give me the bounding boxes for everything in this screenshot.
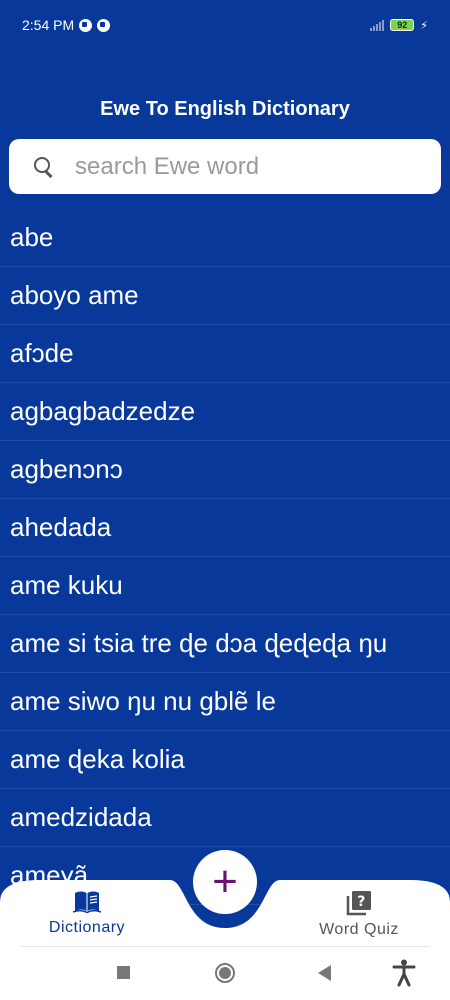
accessibility-icon[interactable] [392,959,416,987]
search-input[interactable] [75,152,395,181]
charging-icon: ⚡ [420,19,428,32]
tab-dictionary-label: Dictionary [48,919,126,936]
list-item[interactable]: abe [0,209,450,267]
list-item[interactable]: amedzidada [0,789,450,847]
list-item[interactable]: ame siwo ŋu nu gblẽ le [0,673,450,731]
list-item[interactable]: ame si tsia tre ɖe dɔa ɖeɖeɖa ŋu [0,615,450,673]
status-bar: 2:54 PM 92 ⚡ [0,0,450,50]
search-icon [33,156,55,178]
quiz-icon: ? [346,891,371,916]
list-item[interactable]: ame kuku [0,557,450,615]
battery-icon: 92 [390,19,415,31]
search-bar[interactable] [9,139,441,194]
notification-icon [79,18,93,32]
list-item[interactable]: ame ɖeka kolia [0,731,450,789]
status-time: 2:54 PM [22,17,75,33]
list-item[interactable]: agbenɔnɔ [0,441,450,499]
tab-word-quiz[interactable]: ? Word Quiz [299,890,419,939]
back-icon[interactable] [318,965,331,981]
word-list[interactable]: abe aboyo ame afɔde agbagbadzedze agbenɔ… [0,209,450,905]
system-nav-bar [0,947,450,1000]
recent-apps-icon[interactable] [117,966,130,979]
list-item[interactable]: afɔde [0,325,450,383]
list-item[interactable]: ahedada [0,499,450,557]
add-button[interactable]: + [193,850,257,914]
notification-icon [97,18,111,32]
home-icon[interactable] [215,963,235,983]
signal-icon [370,19,385,31]
list-item[interactable]: agbagbadzedze [0,383,450,441]
tab-dictionary[interactable]: Dictionary [27,890,147,937]
status-right: 92 ⚡ [370,19,428,32]
list-item[interactable]: aboyo ame [0,267,450,325]
book-icon [73,891,101,914]
status-left: 2:54 PM [22,17,111,33]
svg-text:?: ? [357,894,366,910]
tab-word-quiz-label: Word Quiz [319,921,399,938]
page-title: Ewe To English Dictionary [100,98,350,120]
